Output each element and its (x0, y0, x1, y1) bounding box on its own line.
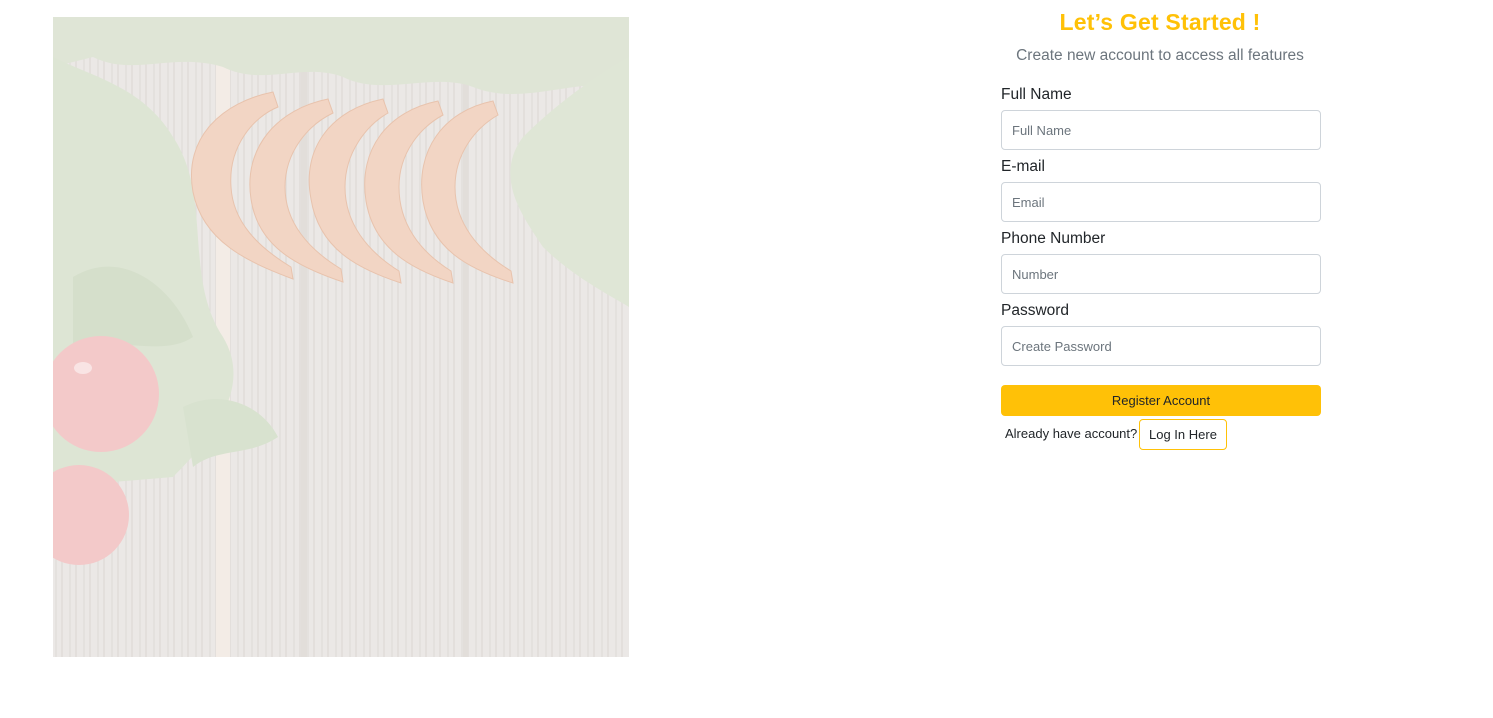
page-subtitle: Create new account to access all feature… (1016, 47, 1304, 64)
login-button[interactable]: Log In Here (1139, 419, 1227, 450)
register-button[interactable]: Register Account (1001, 385, 1321, 416)
password-input[interactable] (1001, 326, 1321, 366)
already-have-account-text: Already have account? (1005, 426, 1138, 441)
phone-input[interactable] (1001, 254, 1321, 294)
page-title: Let’s Get Started ! (1059, 9, 1261, 35)
full-name-input[interactable] (1001, 110, 1321, 150)
phone-label: Phone Number (1001, 230, 1106, 247)
email-label: E-mail (1001, 158, 1045, 175)
full-name-label: Full Name (1001, 86, 1072, 103)
password-label: Password (1001, 302, 1070, 319)
food-photo-illustration (53, 17, 629, 657)
email-input[interactable] (1001, 182, 1321, 222)
hero-image (53, 17, 629, 657)
